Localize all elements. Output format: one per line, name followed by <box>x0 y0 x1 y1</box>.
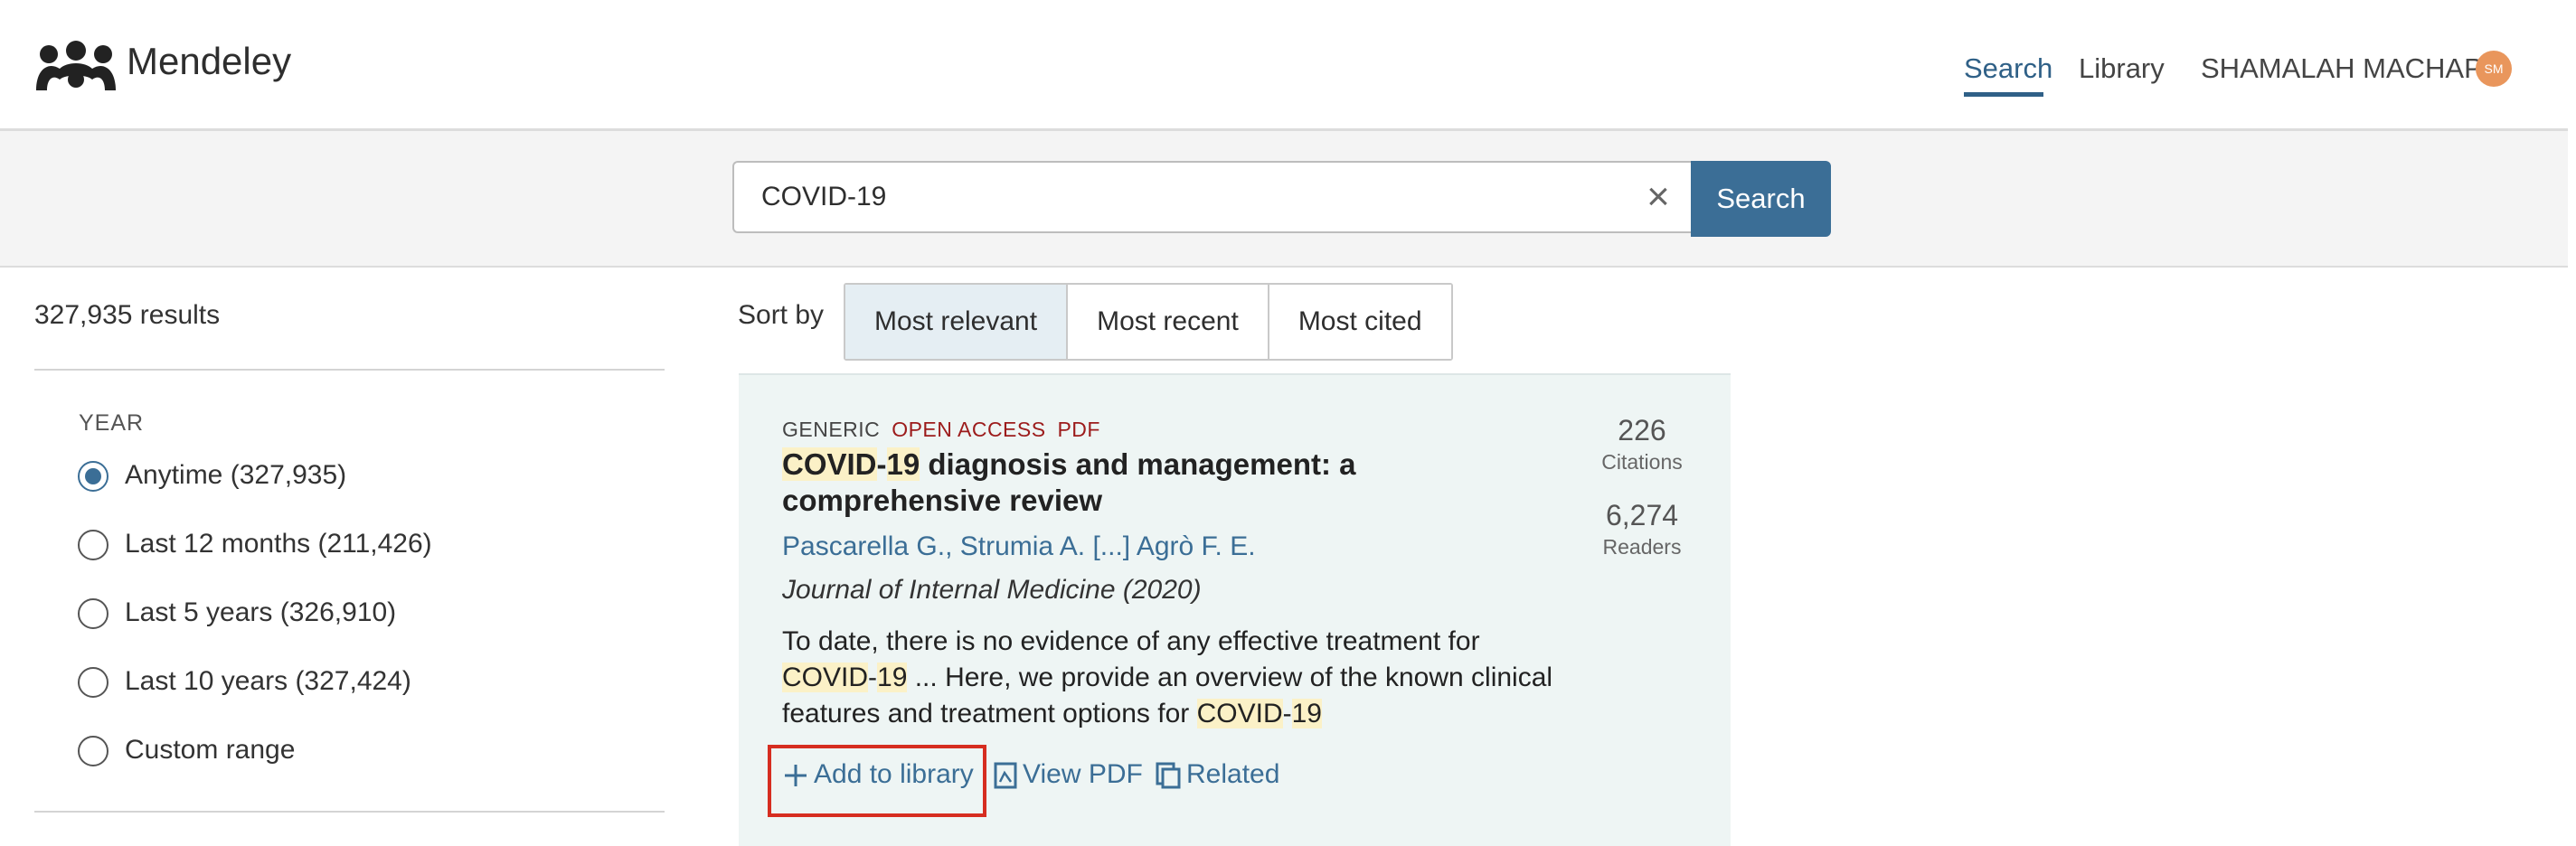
year-option-label[interactable]: Anytime (327,935) <box>125 460 346 491</box>
sort-by-label: Sort by <box>738 300 825 330</box>
snippet-highlight: COVID <box>782 663 869 692</box>
readers-label: Readers <box>1602 535 1682 559</box>
title-dash: - <box>876 447 887 481</box>
brand-name[interactable]: Mendeley <box>127 40 291 83</box>
snippet-dash: - <box>868 663 878 692</box>
readers-count: 6,274 <box>1605 499 1679 531</box>
year-option-label[interactable]: Last 12 months (211,426) <box>125 529 432 559</box>
snippet-highlight: 19 <box>1291 699 1322 728</box>
snippet-highlight: COVID <box>1196 699 1283 728</box>
tag-generic: GENERIC <box>782 418 881 441</box>
add-to-library-button[interactable]: Add to library <box>783 759 974 790</box>
user-name-menu[interactable]: SHAMALAH MACHAP <box>2201 52 2483 85</box>
radio-icon[interactable] <box>78 667 109 698</box>
year-option-label[interactable]: Last 5 years (326,910) <box>125 597 396 628</box>
snippet-highlight: 19 <box>877 663 908 692</box>
search-input[interactable] <box>732 161 1691 233</box>
active-nav-indicator <box>1964 92 2043 97</box>
search-button[interactable]: Search <box>1691 161 1831 237</box>
result-journal: Journal of Internal Medicine (2020) <box>782 575 1202 605</box>
result-title[interactable]: COVID-19 diagnosis and management: a com… <box>782 446 1569 519</box>
year-option-label[interactable]: Last 10 years (327,424) <box>125 666 411 697</box>
title-highlight: 19 <box>886 447 920 481</box>
nav-search-link[interactable]: Search <box>1964 52 2052 85</box>
sort-options: Most relevant Most recent Most cited <box>844 283 1453 361</box>
snippet-text: To date, there is no evidence of any eff… <box>782 626 1480 656</box>
result-authors[interactable]: Pascarella G., Strumia A. [...] Agrò F. … <box>782 531 1256 562</box>
sidebar-divider-bottom <box>34 811 665 813</box>
sort-most-cited-button[interactable]: Most cited <box>1269 285 1451 359</box>
nav-library-link[interactable]: Library <box>2079 52 2165 85</box>
add-to-library-label[interactable]: Add to library <box>814 759 974 789</box>
title-highlight: COVID <box>782 447 877 481</box>
plus-icon <box>785 765 807 787</box>
view-pdf-label[interactable]: View PDF <box>1023 759 1143 789</box>
sort-most-relevant-button[interactable]: Most relevant <box>845 285 1069 359</box>
radio-icon[interactable] <box>78 736 109 766</box>
year-filter-heading: YEAR <box>79 410 145 436</box>
citations-count: 226 <box>1618 414 1666 446</box>
radio-checked-icon[interactable] <box>78 461 109 492</box>
top-header: Mendeley Search Library SHAMALAH MACHAP … <box>0 0 2568 131</box>
related-button[interactable]: Related <box>1156 759 1279 790</box>
results-count: 327,935 results <box>34 300 221 330</box>
clear-search-icon[interactable]: × <box>1638 177 1678 217</box>
document-tags: GENERIC OPEN ACCESS PDF <box>782 418 1100 442</box>
mendeley-logo-icon[interactable] <box>33 40 119 96</box>
related-label[interactable]: Related <box>1186 759 1279 789</box>
pdf-icon <box>994 762 1017 789</box>
radio-icon[interactable] <box>78 598 109 629</box>
related-documents-icon <box>1156 762 1181 789</box>
tag-open-access: OPEN ACCESS <box>892 418 1046 441</box>
sidebar-divider-top <box>34 369 665 371</box>
year-option-label[interactable]: Custom range <box>125 735 295 766</box>
citations-label: Citations <box>1601 450 1683 474</box>
sort-most-recent-button[interactable]: Most recent <box>1068 285 1269 359</box>
result-snippet: To date, there is no evidence of any eff… <box>782 624 1578 732</box>
avatar[interactable]: SM <box>2476 51 2512 87</box>
view-pdf-button[interactable]: View PDF <box>994 759 1143 790</box>
snippet-dash: - <box>1282 699 1292 728</box>
tag-pdf: PDF <box>1057 418 1100 441</box>
radio-icon[interactable] <box>78 530 109 560</box>
